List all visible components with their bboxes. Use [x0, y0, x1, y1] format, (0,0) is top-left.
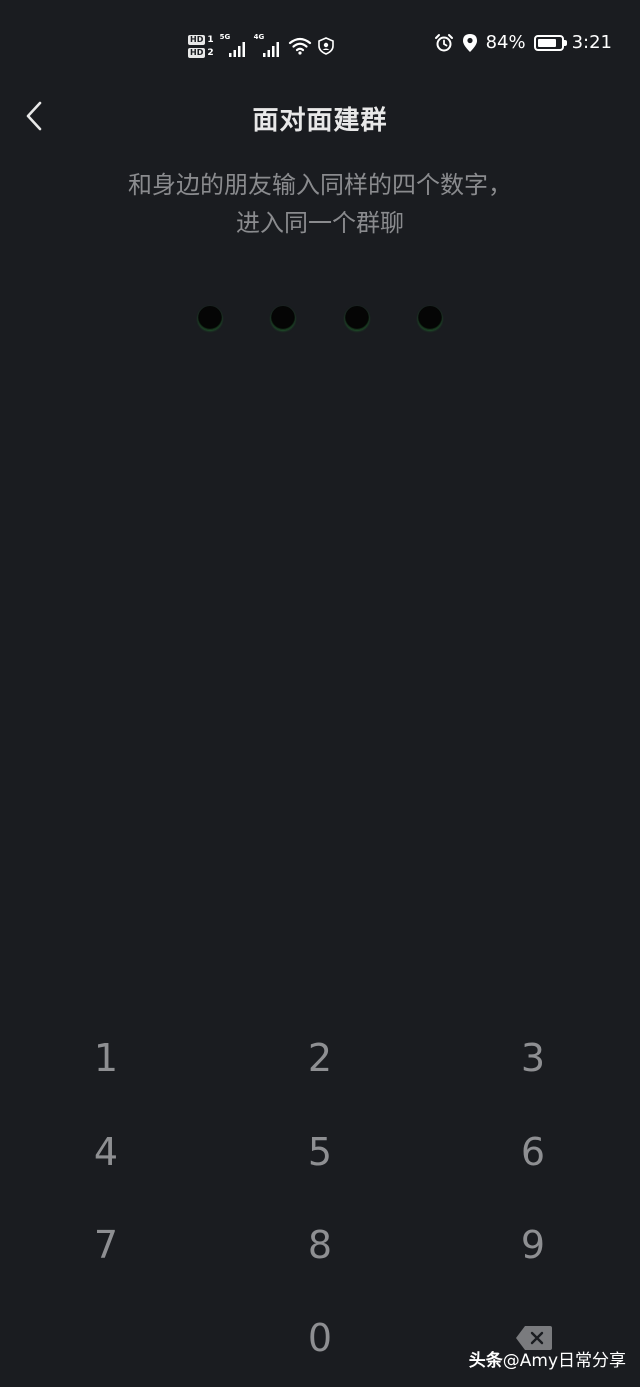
hd-badge-sim2: HD 2 [188, 47, 214, 58]
signal-icon [228, 42, 245, 57]
hd-slot: 2 [207, 47, 214, 58]
signal-sim2: 4G [253, 33, 282, 57]
alarm-icon [434, 33, 453, 51]
key-5[interactable]: 5 [250, 1112, 390, 1192]
instruction-text: 和身边的朋友输入同样的四个数字， 进入同一个群聊 [60, 166, 580, 242]
pin-indicator [198, 306, 442, 332]
network-type: 5G [219, 33, 231, 41]
hd-label: HD [188, 34, 206, 45]
key-4[interactable]: 4 [36, 1112, 176, 1192]
watermark-brand: 头条 [468, 1351, 503, 1371]
watermark-handle: @Amy日常分享 [502, 1351, 626, 1371]
hd-indicators: HD 1 HD 2 [188, 34, 214, 58]
hd-label: HD [188, 47, 206, 58]
key-2[interactable]: 2 [250, 1018, 390, 1098]
key-0[interactable]: 0 [250, 1298, 390, 1378]
hd-badge-sim1: HD 1 [188, 34, 214, 45]
key-7[interactable]: 7 [36, 1205, 176, 1285]
pin-dot [417, 306, 442, 330]
battery-fill [537, 38, 556, 47]
pin-dot [271, 306, 296, 330]
signal-icon [262, 42, 279, 57]
instruction-line-1: 和身边的朋友输入同样的四个数字， [128, 171, 512, 199]
vpn-shield-icon [317, 37, 334, 55]
key-6[interactable]: 6 [463, 1112, 603, 1192]
battery-percent: 84% [485, 32, 526, 53]
hd-slot: 1 [207, 34, 214, 45]
status-right: 84% 3:21 [434, 32, 612, 53]
key-9[interactable]: 9 [463, 1205, 603, 1285]
network-type: 4G [253, 33, 265, 41]
key-1[interactable]: 1 [36, 1018, 176, 1098]
instruction-line-2: 进入同一个群聊 [236, 209, 404, 237]
nav-bar: 面对面建群 [0, 92, 640, 140]
page-title: 面对面建群 [252, 106, 388, 136]
status-bar: HD 1 HD 2 5G 4G 84% 3:21 [0, 0, 640, 92]
wifi-icon [288, 37, 311, 55]
clock: 3:21 [571, 32, 612, 53]
location-icon [462, 33, 477, 52]
key-3[interactable]: 3 [463, 1018, 603, 1098]
key-8[interactable]: 8 [250, 1205, 390, 1285]
pin-dot [198, 306, 222, 330]
battery-icon [533, 34, 567, 51]
watermark: 头条@Amy日常分享 [469, 1346, 626, 1371]
pin-dot [344, 306, 369, 330]
status-left: HD 1 HD 2 5G 4G [188, 28, 334, 64]
signal-sim1: 5G [219, 33, 248, 57]
